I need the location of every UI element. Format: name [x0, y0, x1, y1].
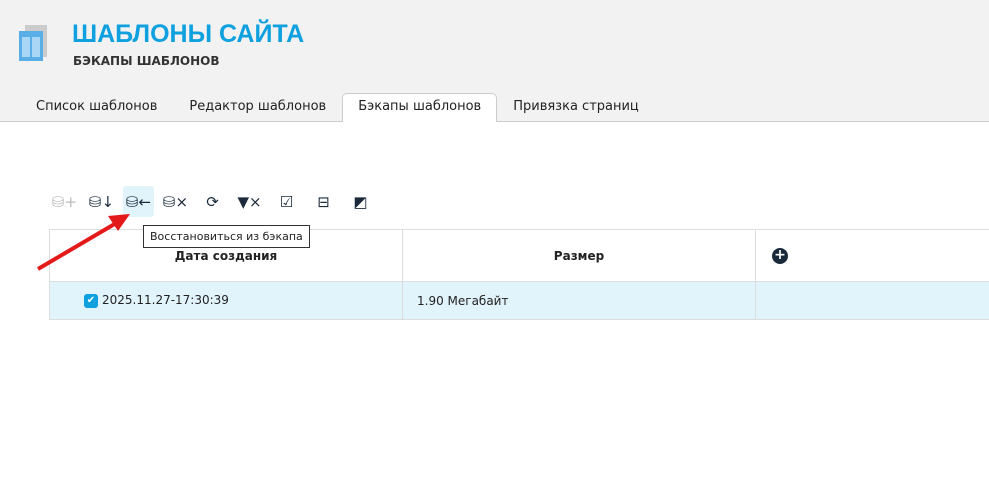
- table-row[interactable]: ✔ 2025.11.27-17:30:39 1.90 Мегабайт: [49, 281, 989, 320]
- download-backup-icon[interactable]: ⛁↓: [86, 186, 117, 217]
- delete-backup-icon[interactable]: ⛁×: [160, 186, 191, 217]
- tab-template-list[interactable]: Список шаблонов: [20, 93, 173, 121]
- restore-backup-icon[interactable]: ⛁←: [123, 186, 154, 217]
- tab-template-editor[interactable]: Редактор шаблонов: [173, 93, 342, 121]
- row-date: 2025.11.27-17:30:39: [102, 293, 229, 308]
- tab-template-backups[interactable]: Бэкапы шаблонов: [342, 93, 498, 122]
- row-size: 1.90 Мегабайт: [402, 281, 756, 320]
- tab-page-binding[interactable]: Привязка страниц: [497, 93, 655, 121]
- site-templates-logo-icon: [19, 25, 47, 61]
- row-checkbox[interactable]: ✔: [84, 293, 98, 308]
- invert-selection-icon[interactable]: ◩: [345, 186, 376, 217]
- refresh-icon[interactable]: ⟳: [197, 186, 228, 217]
- page-title: ШАБЛОНЫ САЙТА: [72, 20, 305, 48]
- clear-filter-icon[interactable]: ▼×: [234, 186, 265, 217]
- create-backup-icon[interactable]: ⛁+: [49, 186, 80, 217]
- add-column-icon[interactable]: +: [772, 247, 788, 264]
- column-header-size[interactable]: Размер: [402, 229, 756, 282]
- tooltip: Восстановиться из бэкапа: [143, 225, 310, 248]
- header: ШАБЛОНЫ САЙТА БЭКАПЫ ШАБЛОНОВ Список шаб…: [0, 0, 989, 122]
- deselect-icon[interactable]: ⊟: [308, 186, 339, 217]
- toolbar: ⛁+ ⛁↓ ⛁← ⛁× ⟳ ▼× ☑ ⊟ ◩: [49, 186, 376, 217]
- select-all-icon[interactable]: ☑: [271, 186, 302, 217]
- page-subtitle: БЭКАПЫ ШАБЛОНОВ: [73, 54, 220, 68]
